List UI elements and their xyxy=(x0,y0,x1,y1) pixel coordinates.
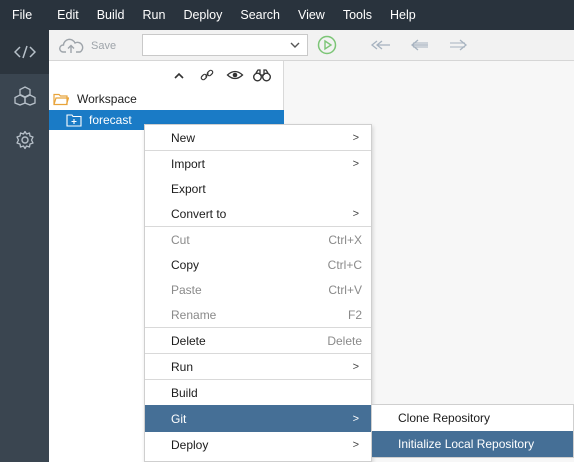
run-button[interactable] xyxy=(317,35,337,58)
menu-item-paste[interactable]: Paste Ctrl+V xyxy=(145,277,371,302)
menu-item-rename[interactable]: Rename F2 xyxy=(145,302,371,327)
project-label: forecast xyxy=(89,113,132,127)
menu-item-export[interactable]: Export xyxy=(145,176,371,201)
submenu-arrow-icon: > xyxy=(352,360,359,373)
activity-bar xyxy=(0,30,49,462)
menu-file[interactable]: File xyxy=(0,0,48,30)
menu-item-label: Cut xyxy=(171,232,190,247)
menu-item-label: Git xyxy=(171,411,187,426)
menu-item-label: Import xyxy=(171,156,206,171)
eye-icon[interactable] xyxy=(226,67,244,83)
navigate-back-button[interactable] xyxy=(409,37,431,56)
menu-help[interactable]: Help xyxy=(381,0,425,30)
menu-item-run[interactable]: Run > xyxy=(145,354,371,379)
menu-bar: File Edit Build Run Deploy Search View T… xyxy=(0,0,574,30)
menu-item-label: Clone Repository xyxy=(398,411,491,425)
menu-item-build[interactable]: Build xyxy=(145,380,371,405)
menu-tools[interactable]: Tools xyxy=(334,0,381,30)
menu-deploy[interactable]: Deploy xyxy=(174,0,231,30)
menu-item-label: Convert to xyxy=(171,206,227,221)
menu-build[interactable]: Build xyxy=(88,0,134,30)
menu-item-shortcut: Delete xyxy=(327,333,362,348)
menu-item-cut[interactable]: Cut Ctrl+X xyxy=(145,227,371,252)
preferences-button[interactable] xyxy=(0,118,49,162)
arrow-right-icon xyxy=(450,39,468,51)
folder-icon xyxy=(53,93,69,106)
menu-item-shortcut: Ctrl+X xyxy=(328,232,362,247)
save-button[interactable]: Save xyxy=(59,36,116,56)
menu-search[interactable]: Search xyxy=(231,0,289,30)
menu-item-shortcut: Ctrl+C xyxy=(327,257,362,272)
arrow-left-icon xyxy=(410,39,428,51)
menu-item-label: Paste xyxy=(171,282,202,297)
menu-item-label: Initialize Local Repository xyxy=(398,437,535,451)
link-icon[interactable] xyxy=(199,67,215,83)
navigate-forward-button[interactable] xyxy=(447,37,469,56)
submenu-arrow-icon: > xyxy=(352,438,359,451)
menu-item-label: Build xyxy=(171,385,198,400)
run-configuration-select[interactable] xyxy=(142,34,308,56)
menu-item-shortcut: Ctrl+V xyxy=(328,282,362,297)
cloud-upload-icon xyxy=(59,38,84,53)
menu-item-import[interactable]: Import > xyxy=(145,151,371,176)
code-icon xyxy=(13,45,36,59)
cubes-icon xyxy=(13,86,36,106)
chevron-down-icon xyxy=(290,42,300,48)
menu-item-new[interactable]: New > xyxy=(145,125,371,150)
menu-item-label: Delete xyxy=(171,333,206,348)
gear-icon xyxy=(15,130,34,150)
menu-item-git[interactable]: Git > xyxy=(145,405,371,432)
toolbar: Save xyxy=(49,30,574,61)
run-icon xyxy=(317,35,337,55)
back-to-edit-icon xyxy=(370,40,390,50)
project-icon xyxy=(66,114,82,127)
submenu-arrow-icon: > xyxy=(352,412,359,425)
submenu-arrow-icon: > xyxy=(352,131,359,144)
menu-run[interactable]: Run xyxy=(134,0,175,30)
explorer-toolbar xyxy=(49,67,284,87)
menu-edit[interactable]: Edit xyxy=(48,0,88,30)
menu-item-clone-repository[interactable]: Clone Repository xyxy=(372,405,573,431)
menu-item-delete[interactable]: Delete Delete xyxy=(145,328,371,353)
tree-item-workspace[interactable]: Workspace xyxy=(49,89,284,109)
menu-item-label: Rename xyxy=(171,307,217,322)
menu-item-shortcut: F2 xyxy=(347,307,362,322)
development-perspective-button[interactable] xyxy=(0,30,49,74)
services-button[interactable] xyxy=(0,74,49,118)
binoculars-icon[interactable] xyxy=(252,67,272,83)
menu-item-convert-to[interactable]: Convert to > xyxy=(145,201,371,226)
menu-item-deploy[interactable]: Deploy > xyxy=(145,432,371,457)
workspace-label: Workspace xyxy=(77,92,137,106)
menu-item-label: Copy xyxy=(171,257,200,272)
git-submenu: Clone Repository Initialize Local Reposi… xyxy=(371,404,574,458)
menu-item-label: New xyxy=(171,130,196,145)
menu-view[interactable]: View xyxy=(289,0,334,30)
save-label: Save xyxy=(91,40,117,52)
context-menu: New > Import > Export Convert to > Cut C… xyxy=(144,124,372,462)
submenu-arrow-icon: > xyxy=(352,157,359,170)
menu-item-label: Export xyxy=(171,181,206,196)
collapse-icon[interactable] xyxy=(172,67,186,83)
menu-item-initialize-local-repository[interactable]: Initialize Local Repository xyxy=(372,431,573,457)
menu-item-copy[interactable]: Copy Ctrl+C xyxy=(145,252,371,277)
back-to-edit-button[interactable] xyxy=(370,37,392,56)
menu-item-label: Deploy xyxy=(171,437,209,452)
submenu-arrow-icon: > xyxy=(352,207,359,220)
menu-item-label: Run xyxy=(171,359,194,374)
